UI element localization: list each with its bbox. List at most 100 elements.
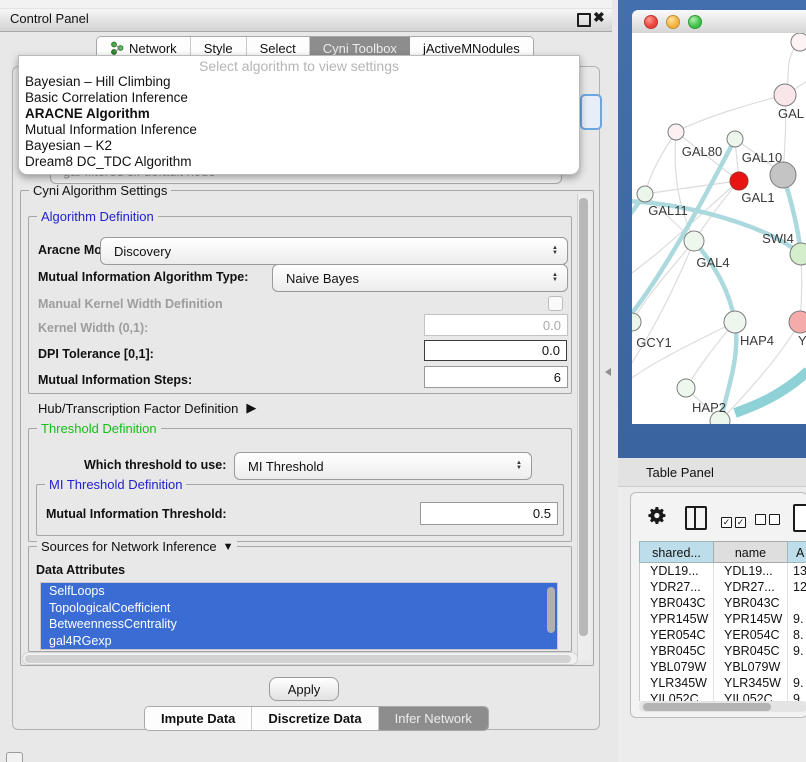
manual-kernel-checkbox[interactable] [548,296,563,311]
node-gal11[interactable] [637,186,653,202]
menu-item[interactable]: Bayesian – Hill Climbing [25,74,171,89]
minimize-traffic-light-icon[interactable] [666,15,680,29]
table-row[interactable]: YLR345WYLR345W9. [640,675,806,691]
node-gal10[interactable] [727,131,743,147]
mi-steps-field[interactable]: 6 [424,366,568,388]
split-column-icon[interactable] [685,506,707,530]
node-gcy1[interactable] [632,313,641,331]
node-label: GCY1 [636,335,671,350]
settings-hscrollbar-thumb[interactable] [25,655,571,663]
which-threshold-combo[interactable]: MI Threshold ▲▼ [234,452,532,480]
column-header[interactable]: A [787,541,806,563]
list-item[interactable]: BetweennessCentrality [41,616,557,633]
close-traffic-light-icon[interactable] [644,15,658,29]
settings-hscrollbar[interactable] [22,652,578,665]
combo-value: MI Threshold [248,459,324,474]
menu-item[interactable]: Mutual Information Inference [25,122,197,137]
menu-item[interactable]: Dream8 DC_TDC Algorithm [25,154,192,169]
tab-infer-network[interactable]: Infer Network [379,707,488,730]
list-item[interactable]: TopologicalCoefficient [41,600,557,617]
settings-scrollbar-thumb[interactable] [579,198,588,636]
table-row[interactable]: YPR145WYPR145W9. [640,611,806,627]
sources-title: Sources for Network Inference [41,539,217,554]
cell: 9. [788,691,806,701]
table-row[interactable]: YBR043CYBR043C [640,595,806,611]
cell: YBR043C [714,595,788,611]
cell: YER054C [640,627,714,643]
hub-definition-label: Hub/Transcription Factor Definition [38,401,238,416]
list-item[interactable]: gal4RGexp [41,633,557,650]
cell: 8. [788,627,806,643]
table-row[interactable]: YER054CYER054C8. [640,627,806,643]
attributes-scrollbar-thumb[interactable] [547,587,555,633]
column-header[interactable]: shared... [639,541,713,563]
node-label: GAL [778,106,804,121]
mi-threshold-label: Mutual Information Threshold: [46,502,227,526]
aracne-mode-combo[interactable]: Discovery ▲▼ [100,237,568,265]
node-pink[interactable] [789,311,806,333]
split-pane-collapse-icon[interactable] [605,368,611,376]
network-icon [110,41,124,55]
mi-steps-label: Mutual Information Steps: [38,368,192,392]
table-hscrollbar-thumb[interactable] [643,703,771,711]
table-row[interactable]: YDR27...YDR27...12 [640,579,806,595]
cell [788,595,806,611]
kernel-width-field[interactable]: 0.0 [424,314,568,336]
close-icon[interactable]: ✖ [593,9,605,26]
network-view-canvas[interactable]: GAL GAL80 GAL10 GAL1 GAL11 GAL4 SWI4 GCY… [632,33,806,424]
table-row[interactable]: YBL079WYBL079W [640,659,806,675]
collapsed-panel-icon[interactable] [6,752,23,762]
table-panel-header: Table Panel [618,458,806,487]
menu-item[interactable]: Bayesian – K2 [25,138,112,153]
node-gal1-selected[interactable] [730,172,748,190]
apply-label: Apply [288,682,321,697]
node-label: GAL1 [741,190,774,205]
menu-item[interactable]: Basic Correlation Inference [25,90,188,105]
column-header[interactable]: name [713,541,787,563]
tab-discretize-data[interactable]: Discretize Data [252,707,378,730]
table-hscrollbar[interactable] [639,701,806,712]
apply-button[interactable]: Apply [269,677,339,701]
table-body[interactable]: YDL19...YDL19...13 YDR27...YDR27...12 YB… [639,563,806,701]
table-row[interactable]: YIL052CYIL052C9. [640,691,806,701]
float-icon[interactable] [577,13,591,27]
hub-definition-toggle[interactable]: Hub/Transcription Factor Definition ▶ [38,396,256,420]
data-attributes-list[interactable]: SelfLoops TopologicalCoefficient Between… [40,582,558,650]
group-title: MI Threshold Definition [45,477,186,492]
list-item[interactable]: SelfLoops [41,583,557,600]
node-gal4[interactable] [684,231,704,251]
collapse-down-icon[interactable]: ▼ [223,541,234,553]
node-hap4[interactable] [724,311,746,333]
zoom-traffic-light-icon[interactable] [688,15,702,29]
gear-icon[interactable] [647,505,668,531]
tab-label: Style [204,41,233,56]
checked-columns-icon[interactable]: ✓✓ [721,512,749,530]
cell: YDL19... [640,563,714,579]
dpi-tolerance-field[interactable]: 0.0 [424,340,567,361]
tab-impute-data[interactable]: Impute Data [145,707,252,730]
network-window-titlebar[interactable] [632,10,806,34]
network-nodes[interactable] [632,33,806,424]
menu-item-selected[interactable]: ARACNE Algorithm [25,106,150,121]
cell: YIL052C [714,691,788,701]
table-row[interactable]: YDL19...YDL19...13 [640,563,806,579]
node-hap2[interactable] [677,379,695,397]
table-row[interactable]: YBR045CYBR045C9. [640,643,806,659]
cell: YPR145W [640,611,714,627]
panel-title: Control Panel [10,11,89,26]
algorithm-popup-list: Select algorithm to view settings Bayesi… [18,55,580,175]
unchecked-columns-icon[interactable] [755,512,783,530]
node-gal[interactable] [774,84,796,106]
node-label: SWI4 [762,231,794,246]
cell: 9. [788,611,806,627]
group-title: Threshold Definition [37,421,161,436]
mi-type-combo[interactable]: Naive Bayes ▲▼ [272,264,568,292]
mi-threshold-field[interactable]: 0.5 [420,502,558,525]
combo-value: Discovery [114,244,171,259]
table-file-icon[interactable] [793,504,806,532]
node[interactable] [791,33,806,51]
node-gal80[interactable] [668,124,684,140]
cell: YPR145W [714,611,788,627]
node-label: GAL11 [648,203,688,218]
node-gray[interactable] [770,162,796,188]
